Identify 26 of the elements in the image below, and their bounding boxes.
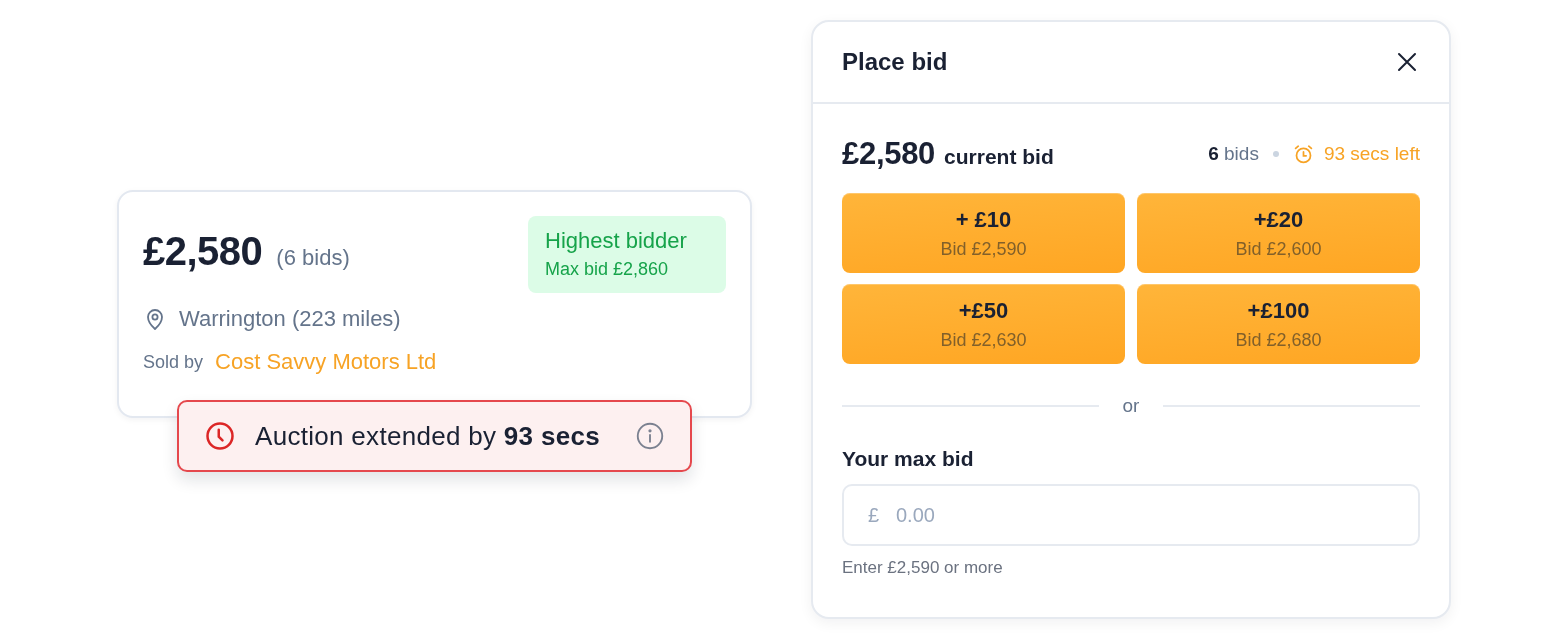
dialog-title: Place bid — [842, 48, 948, 76]
info-icon[interactable] — [636, 422, 664, 450]
field-hint: Enter £2,590 or more — [842, 558, 1004, 578]
alarm-clock-icon — [1292, 143, 1314, 165]
quick-bid-button[interactable]: +£50 Bid £2,630 — [842, 284, 1125, 364]
current-bid-label: current bid — [944, 145, 1054, 169]
current-bid-amount: £2,580 — [842, 136, 936, 172]
bid-count: 6 bids — [1208, 143, 1259, 165]
currency-prefix: £ — [868, 503, 880, 527]
close-button[interactable] — [1397, 52, 1417, 72]
clock-icon — [205, 421, 235, 451]
quick-bid-button[interactable]: +£20 Bid £2,600 — [1137, 193, 1420, 273]
divider-label: or — [1122, 395, 1140, 417]
quick-bid-button[interactable]: + £10 Bid £2,590 — [842, 193, 1125, 273]
quick-bid-button[interactable]: +£100 Bid £2,680 — [1137, 284, 1420, 364]
bid-count: (6 bids) — [276, 245, 350, 271]
close-icon — [1397, 52, 1417, 72]
time-left: 93 secs left — [1323, 143, 1420, 165]
status-title: Highest bidder — [545, 228, 688, 254]
field-label: Your max bid — [842, 446, 975, 472]
alert-message: Auction extended by 93 secs — [255, 420, 601, 452]
separator-dot-icon — [1272, 151, 1279, 157]
location-text: Warrington (223 miles) — [179, 306, 401, 332]
seller-label: Sold by — [143, 351, 204, 373]
listing-price: £2,580 — [143, 228, 263, 275]
status-detail: Max bid £2,860 — [545, 258, 670, 281]
